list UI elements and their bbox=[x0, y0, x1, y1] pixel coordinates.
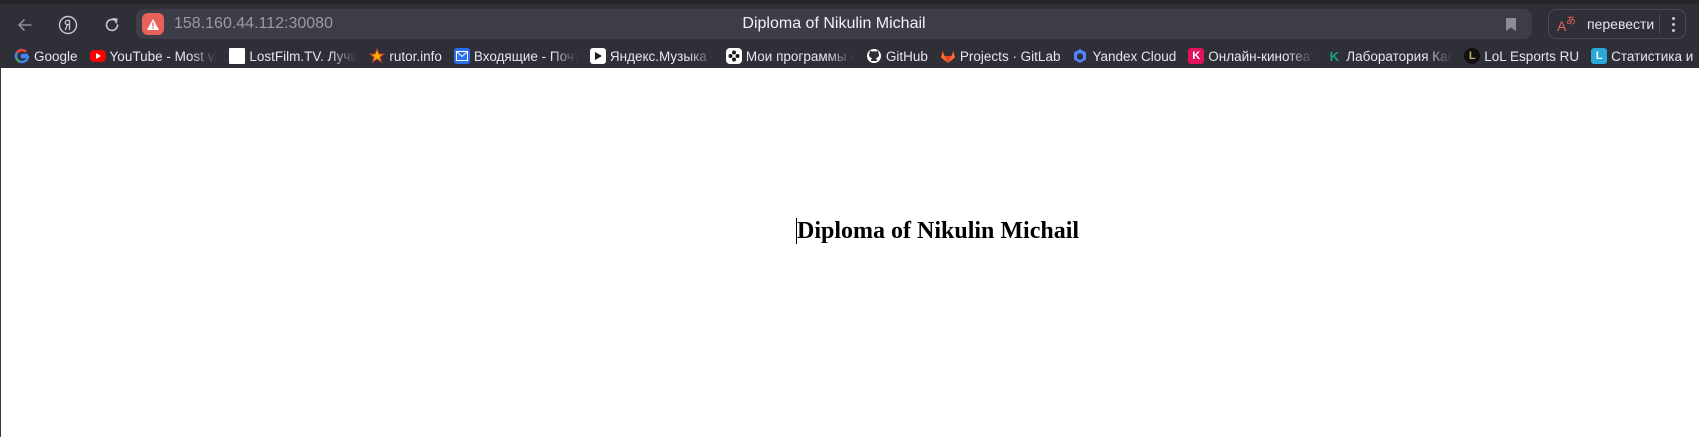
browser-chrome: 158.160.44.112:30080 Diploma of Nikulin … bbox=[0, 0, 1699, 68]
translate-icon: A あ bbox=[1557, 14, 1579, 34]
reload-button[interactable] bbox=[97, 10, 127, 40]
kaspersky-icon: K bbox=[1329, 48, 1339, 64]
bookmark-icon bbox=[1506, 17, 1516, 31]
reload-icon bbox=[105, 18, 119, 32]
warning-triangle-icon bbox=[147, 18, 159, 30]
bookmarks-bar: Google YouTube - Most vi LostFilm.TV. Лу… bbox=[0, 44, 1699, 68]
bookmark-youtube[interactable]: YouTube - Most vi bbox=[84, 45, 224, 67]
gitlab-icon bbox=[940, 48, 956, 64]
pill-divider bbox=[1659, 14, 1660, 34]
more-vertical-icon[interactable] bbox=[1661, 10, 1685, 38]
translate-control: A あ перевести bbox=[1548, 9, 1686, 39]
arrow-left-icon bbox=[18, 19, 32, 31]
bookmark-statistics[interactable]: L Статистика и bbox=[1585, 45, 1699, 67]
bookmark-yandex-cloud[interactable]: Yandex Cloud bbox=[1066, 45, 1182, 67]
page-title: Diploma of Nikulin Michail bbox=[742, 15, 926, 32]
rutor-icon bbox=[369, 48, 386, 64]
bookmark-github[interactable]: GitHub bbox=[860, 45, 934, 67]
page-heading: Diploma of Nikulin Michail bbox=[797, 218, 1080, 244]
google-icon bbox=[14, 48, 30, 64]
bookmark-rutor[interactable]: rutor.info bbox=[363, 45, 448, 67]
lol-esports-icon: L bbox=[1464, 48, 1481, 64]
url-text[interactable]: 158.160.44.112:30080 bbox=[174, 9, 333, 39]
bookmark-programs[interactable]: Мои программы с bbox=[720, 45, 860, 67]
address-bar[interactable]: 158.160.44.112:30080 Diploma of Nikulin … bbox=[136, 9, 1532, 39]
browser-toolbar: 158.160.44.112:30080 Diploma of Nikulin … bbox=[0, 4, 1699, 44]
bookmark-gitlab[interactable]: Projects · GitLab bbox=[934, 45, 1067, 67]
kinopoisk-icon: K bbox=[1188, 48, 1205, 64]
bookmark-lostfilm[interactable]: LostFilm.TV. Лучш bbox=[223, 45, 363, 67]
yandex-music-icon bbox=[589, 48, 606, 64]
youtube-icon bbox=[89, 50, 106, 62]
bookmark-kinopoisk[interactable]: K Онлайн-кинотеат bbox=[1182, 45, 1320, 67]
bookmark-button[interactable] bbox=[1502, 15, 1520, 33]
bookmark-yandex-music[interactable]: Яндекс.Музыка – bbox=[584, 45, 720, 67]
bookmark-kaspersky[interactable]: K Лаборатория Кас bbox=[1320, 45, 1458, 67]
yandex-logo-icon bbox=[58, 15, 78, 35]
bookmark-lol-esports[interactable]: L LoL Esports RU bbox=[1458, 45, 1585, 67]
bookmark-google[interactable]: Google bbox=[0, 45, 84, 67]
programs-icon bbox=[725, 48, 742, 64]
yandex-cloud-icon bbox=[1072, 48, 1088, 64]
svg-text:あ: あ bbox=[1566, 15, 1576, 27]
translate-button[interactable]: перевести bbox=[1587, 16, 1654, 32]
back-button[interactable] bbox=[10, 10, 40, 40]
github-icon bbox=[866, 48, 882, 64]
bookmark-mail[interactable]: Входящие - Почта bbox=[448, 45, 584, 67]
yandex-home-button[interactable] bbox=[53, 10, 83, 40]
lostfilm-icon bbox=[229, 48, 246, 64]
statistics-icon: L bbox=[1591, 48, 1608, 64]
page-left-border bbox=[0, 68, 1, 437]
mail-icon bbox=[453, 48, 470, 64]
security-warning-badge[interactable] bbox=[142, 13, 164, 35]
